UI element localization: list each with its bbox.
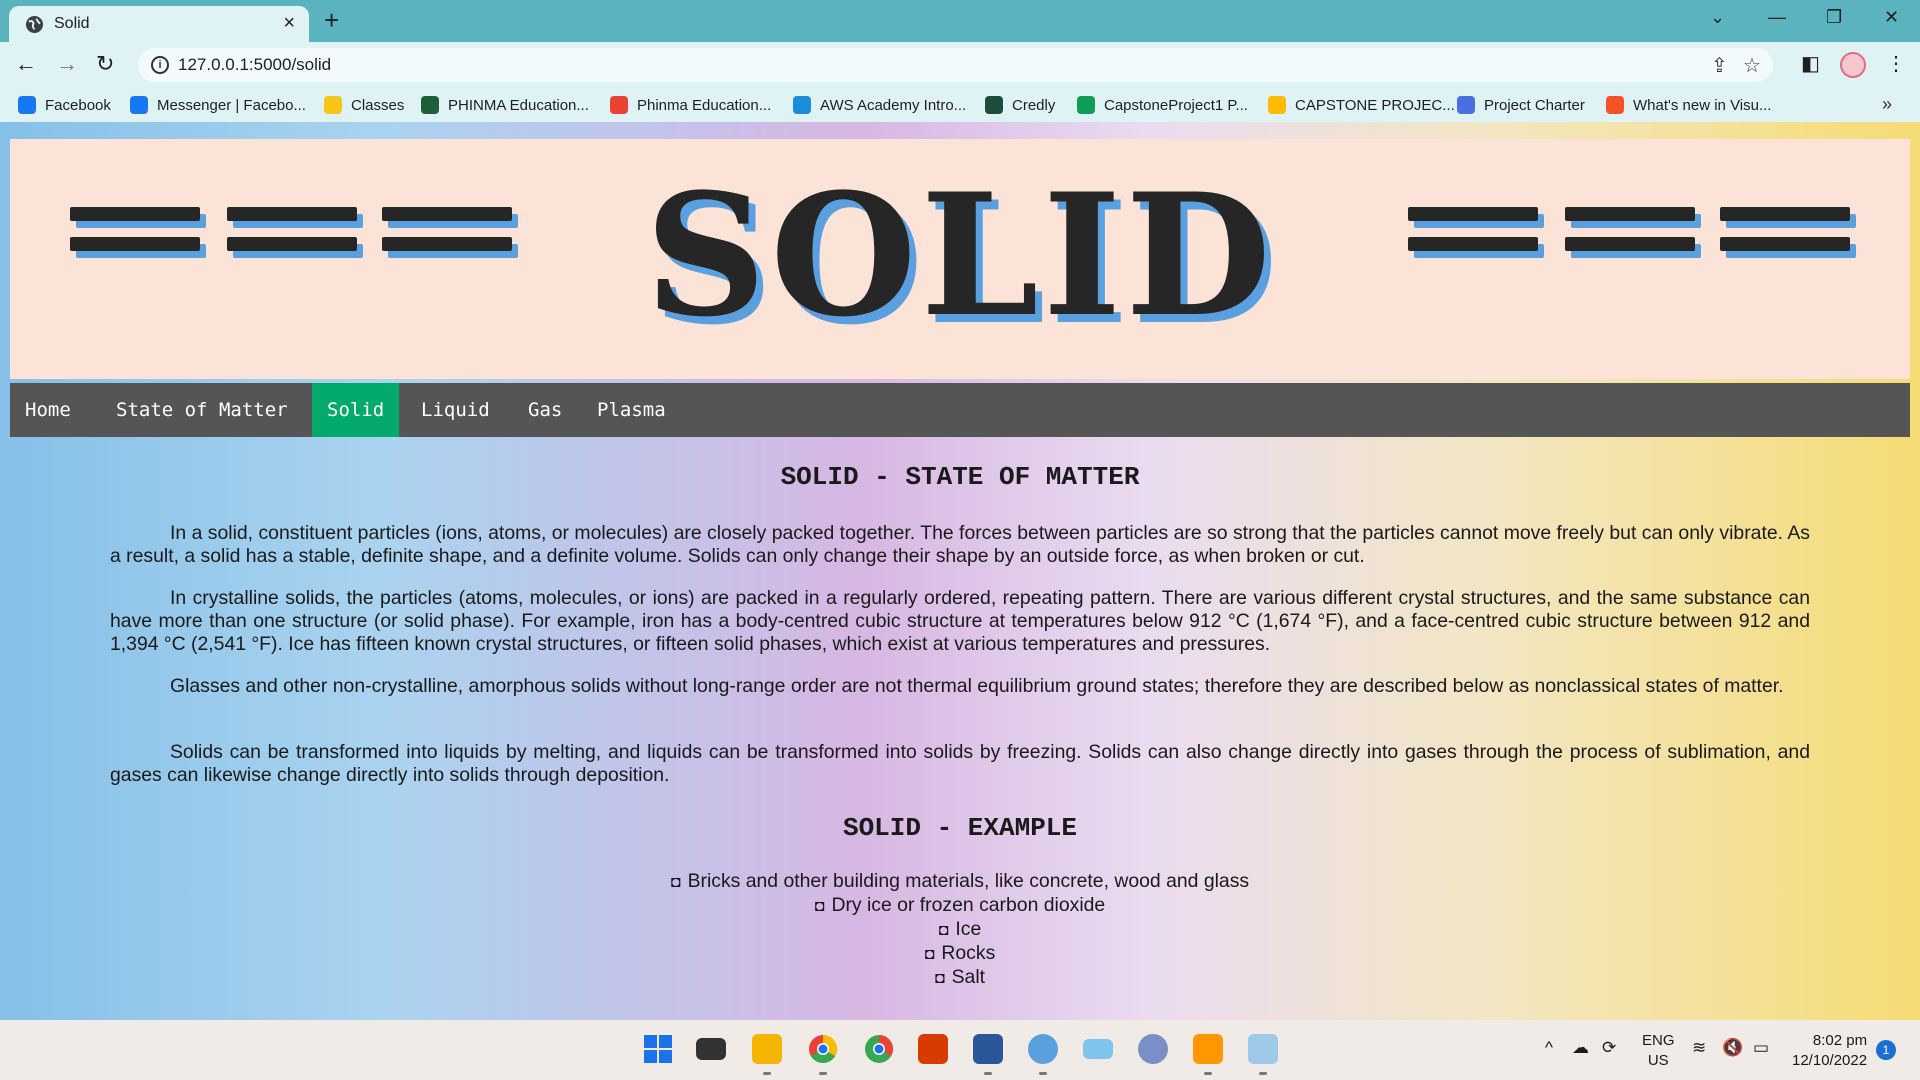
task-view-icon[interactable] (696, 1038, 726, 1060)
profile-avatar[interactable] (1840, 52, 1866, 78)
side-panel-icon[interactable]: ◧ (1801, 51, 1820, 76)
sheets-icon (1077, 96, 1095, 114)
bookmark-star-icon[interactable]: ☆ (1743, 53, 1761, 78)
bookmark-facebook[interactable]: Facebook (18, 96, 111, 114)
bookmark-classes[interactable]: Classes (324, 96, 404, 114)
menu-icon[interactable]: ⋮ (1886, 51, 1906, 76)
banner-title: SOLID (644, 156, 1276, 354)
globe-icon (421, 96, 439, 114)
python-app-icon[interactable] (1248, 1034, 1278, 1075)
language-indicator[interactable]: ENG US (1642, 1031, 1675, 1071)
chrome-profile-icon[interactable] (864, 1034, 894, 1064)
sync-icon[interactable]: ⟳ (1602, 1038, 1616, 1058)
windows-taskbar: ^ ☁ ⟳ ENG US ≋ 🔇 ▭ 8:02 pm 12/10/2022 1 (0, 1020, 1920, 1080)
file-explorer-icon[interactable] (752, 1034, 782, 1075)
r-app-icon[interactable] (1138, 1034, 1168, 1064)
tab-title: Solid (54, 15, 90, 32)
facebook-icon (18, 96, 36, 114)
bookmark-capstone-2[interactable]: CAPSTONE PROJEC... (1268, 96, 1455, 114)
forward-icon[interactable]: → (56, 51, 78, 77)
nav-gas[interactable]: Gas (513, 383, 577, 437)
more-bookmarks-icon[interactable]: » (1882, 94, 1892, 115)
site-navbar: Home State of Matter Solid Liquid Gas Pl… (10, 383, 1910, 437)
microsoft-icon (1606, 96, 1624, 114)
example-list: Bricks and other building materials, lik… (0, 870, 1920, 990)
classroom-icon (324, 96, 342, 114)
browser-toolbar: ← → ↻ i 127.0.0.1:5000/solid ⇪ ☆ ◧ ⋮ (0, 42, 1920, 88)
nav-state-of-matter[interactable]: State of Matter (101, 383, 303, 437)
windows-start-icon[interactable] (643, 1034, 673, 1064)
banner: SOLID (10, 139, 1910, 379)
bookmark-phinma-2[interactable]: Phinma Education... (610, 96, 771, 114)
close-window-icon[interactable]: ✕ (1884, 7, 1899, 28)
network-app-icon[interactable] (1028, 1034, 1058, 1075)
credly-icon (985, 96, 1003, 114)
contact-icon (1457, 96, 1475, 114)
onedrive-icon[interactable]: ☁ (1572, 1038, 1589, 1058)
example-heading: SOLID - EXAMPLE (842, 813, 1078, 843)
volume-muted-icon[interactable]: 🔇 (1722, 1038, 1743, 1058)
bookmark-capstone-1[interactable]: CapstoneProject1 P... (1077, 96, 1248, 114)
bookmark-messenger[interactable]: Messenger | Facebo... (130, 96, 306, 114)
page-viewport: SOLID Home State of Matter Solid Liquid … (0, 122, 1920, 1020)
restore-icon[interactable]: ❐ (1826, 7, 1842, 28)
bookmark-phinma-1[interactable]: PHINMA Education... (421, 96, 589, 114)
show-hidden-icons-icon[interactable]: ^ (1545, 1038, 1553, 1058)
list-item: Bricks and other building materials, lik… (0, 870, 1920, 894)
gmail-icon (610, 96, 628, 114)
list-item: Rocks (0, 942, 1920, 966)
globe-icon (25, 15, 44, 34)
list-item: Salt (0, 966, 1920, 990)
bookmark-visual-studio[interactable]: What's new in Visu... (1606, 96, 1771, 114)
nav-liquid[interactable]: Liquid (406, 383, 505, 437)
address-bar[interactable]: i 127.0.0.1:5000/solid ⇪ ☆ (138, 48, 1773, 82)
tab-close-icon[interactable]: × (283, 12, 295, 34)
battery-icon[interactable]: ▭ (1753, 1038, 1769, 1058)
url-text[interactable]: 127.0.0.1:5000/solid (178, 55, 331, 75)
drive-icon (1268, 96, 1286, 114)
bookmark-aws[interactable]: AWS Academy Intro... (793, 96, 966, 114)
nav-solid[interactable]: Solid (312, 383, 400, 437)
chrome-icon[interactable] (808, 1034, 838, 1075)
page-heading: SOLID - STATE OF MATTER (780, 462, 1140, 492)
browser-tab[interactable]: Solid × (9, 6, 309, 42)
word-icon[interactable] (973, 1034, 1003, 1075)
browser-tab-strip: Solid × + ⌄ — ❐ ✕ (0, 0, 1920, 42)
cloud-icon (793, 96, 811, 114)
minimize-icon[interactable]: — (1768, 7, 1786, 28)
wifi-icon[interactable]: ≋ (1692, 1038, 1706, 1058)
paragraph-3: Glasses and other non-crystalline, amorp… (170, 675, 1784, 697)
paragraph-4: Solids can be transformed into liquids b… (110, 741, 1810, 786)
back-icon[interactable]: ← (15, 51, 37, 77)
tab-search-icon[interactable]: ⌄ (1710, 7, 1725, 28)
paragraph-2: In crystalline solids, the particles (at… (110, 587, 1810, 655)
bookmarks-bar: Facebook Messenger | Facebo... Classes P… (0, 88, 1920, 122)
sublime-text-icon[interactable] (1193, 1034, 1223, 1075)
bookmark-credly[interactable]: Credly (985, 96, 1055, 114)
nav-plasma[interactable]: Plasma (582, 383, 681, 437)
clock[interactable]: 8:02 pm 12/10/2022 (1792, 1031, 1867, 1071)
list-item: Ice (0, 918, 1920, 942)
notification-badge[interactable]: 1 (1876, 1040, 1896, 1060)
site-info-icon[interactable]: i (151, 56, 169, 74)
facebook-icon (130, 96, 148, 114)
share-icon[interactable]: ⇪ (1711, 53, 1728, 78)
office-icon[interactable] (918, 1034, 948, 1064)
list-item: Dry ice or frozen carbon dioxide (0, 894, 1920, 918)
paragraph-1: In a solid, constituent particles (ions,… (110, 522, 1810, 567)
reload-icon[interactable]: ↻ (96, 51, 114, 77)
new-tab-button[interactable]: + (324, 6, 339, 34)
bookmark-project-charter[interactable]: Project Charter (1457, 96, 1585, 114)
nav-home[interactable]: Home (10, 383, 86, 437)
tablet-app-icon[interactable] (1083, 1039, 1113, 1059)
